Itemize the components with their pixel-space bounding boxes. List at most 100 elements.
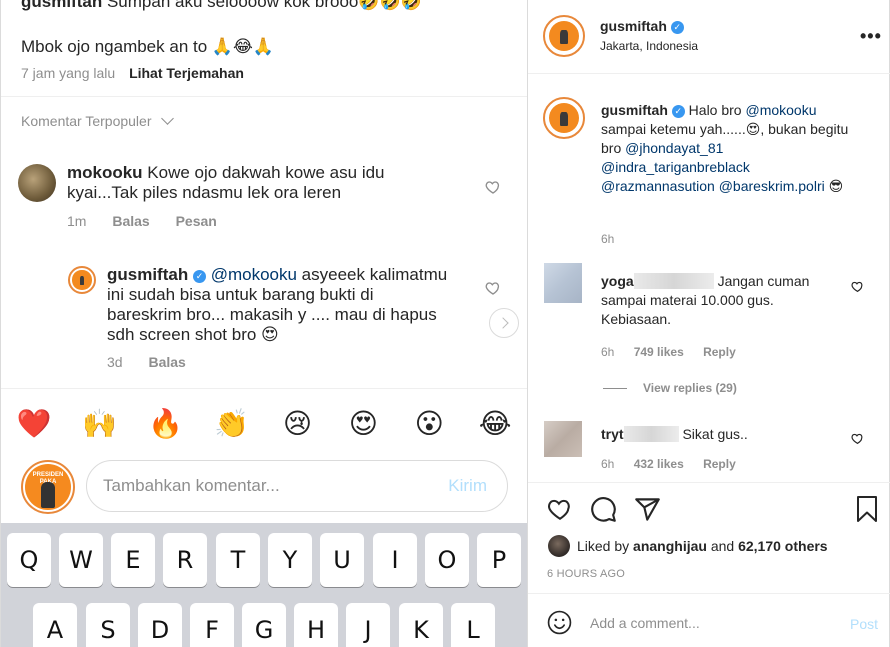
reply-button[interactable]: Reply xyxy=(703,345,736,359)
likes-count[interactable]: 62,170 others xyxy=(738,538,828,554)
heart-outline-icon[interactable] xyxy=(851,432,864,445)
comment-bubble-icon[interactable] xyxy=(590,496,617,523)
key-k[interactable]: K xyxy=(399,603,443,647)
comment-username[interactable]: mokooku xyxy=(67,163,143,182)
key-w[interactable]: W xyxy=(59,533,103,587)
emoji-laughing[interactable]: 😂 xyxy=(475,407,515,440)
key-g[interactable]: G xyxy=(242,603,286,647)
comment-time: 6h xyxy=(601,457,615,471)
avatar[interactable] xyxy=(68,266,96,294)
key-q[interactable]: Q xyxy=(7,533,51,587)
reply-button[interactable]: Balas xyxy=(112,213,149,229)
key-y[interactable]: Y xyxy=(268,533,312,587)
comment-avatar[interactable] xyxy=(544,263,582,303)
emoji-surprised[interactable]: 😮 xyxy=(409,407,449,440)
view-replies-button[interactable]: View replies (29) xyxy=(603,381,737,395)
key-f[interactable]: F xyxy=(190,603,234,647)
message-button[interactable]: Pesan xyxy=(176,213,217,229)
user-avatar[interactable]: PRESIDEN PAKA xyxy=(21,460,75,514)
liked-by: Liked by ananghijau and 62,170 others xyxy=(577,538,828,554)
previous-comment-meta: 7 jam yang lalu Lihat Terjemahan xyxy=(21,65,244,81)
comment-text-line1: Kowe ojo dakwah kowe asu idu xyxy=(147,163,385,182)
verified-badge-icon: ✓ xyxy=(192,270,206,283)
comment-meta: 6h 432 likes Reply xyxy=(601,457,752,471)
previous-comment-username: gusmiftah xyxy=(21,0,103,11)
key-j[interactable]: J xyxy=(346,603,390,647)
previous-comment-line2: Mbok ojo ngambek an to 🙏😂🙏 xyxy=(21,37,275,56)
key-h[interactable]: H xyxy=(294,603,338,647)
scroll-right-button[interactable] xyxy=(489,308,519,338)
reply-text-line4: sdh screen shot bro 😍 xyxy=(107,325,279,344)
comment-text: yoga Jangan cuman sampai materai 10.000 … xyxy=(601,272,846,329)
mention-link[interactable]: @mokooku xyxy=(211,265,297,284)
emoji-crying[interactable]: 😢 xyxy=(277,407,317,440)
emoji-smiley-icon[interactable] xyxy=(547,610,572,635)
liker-avatar[interactable] xyxy=(548,535,570,557)
divider xyxy=(1,388,527,389)
comment-meta: 1m Balas Pesan xyxy=(67,213,239,229)
emoji-heart[interactable]: ❤️ xyxy=(14,407,54,440)
emoji-clap[interactable]: 👏 xyxy=(212,407,252,440)
more-options-icon[interactable]: ••• xyxy=(860,26,882,47)
key-p[interactable]: P xyxy=(477,533,521,587)
key-t[interactable]: T xyxy=(216,533,260,587)
post-author-username[interactable]: gusmiftah xyxy=(600,18,667,34)
key-r[interactable]: R xyxy=(163,533,207,587)
key-a[interactable]: A xyxy=(33,603,77,647)
add-comment-input[interactable]: Add a comment... xyxy=(590,615,700,631)
previous-comment-text: Sumpah aku seloooow kok brooo🤣🤣🤣 xyxy=(106,0,422,11)
key-s[interactable]: S xyxy=(86,603,130,647)
comment-input[interactable]: Tambahkan komentar... Kirim xyxy=(86,460,508,512)
avatar[interactable] xyxy=(18,164,56,202)
liker-username[interactable]: ananghijau xyxy=(633,538,707,554)
emoji-quick-reactions: ❤️ 🙌 🔥 👏 😢 😍 😮 😂 xyxy=(1,398,527,448)
post-button[interactable]: Post xyxy=(850,616,878,632)
key-e[interactable]: E xyxy=(111,533,155,587)
reply-username[interactable]: gusmiftah xyxy=(107,265,188,284)
comment-likes[interactable]: 432 likes xyxy=(634,457,684,471)
like-heart-icon[interactable] xyxy=(546,496,574,522)
key-d[interactable]: D xyxy=(138,603,182,647)
comment-text: tryt Sikat gus.. xyxy=(601,425,846,444)
emoji-fire[interactable]: 🔥 xyxy=(146,407,186,440)
reply-text-line2: ini sudah bisa untuk barang bukti di xyxy=(107,285,374,304)
see-translation-link[interactable]: Lihat Terjemahan xyxy=(129,65,244,81)
caption-time: 6h xyxy=(601,232,615,246)
avatar-image: PRESIDEN PAKA xyxy=(25,464,71,510)
share-send-icon[interactable] xyxy=(634,496,661,523)
emoji-heart-eyes[interactable]: 😍 xyxy=(343,407,383,440)
bookmark-icon[interactable] xyxy=(855,495,879,523)
mention-link[interactable]: @jhondayat_81 xyxy=(625,140,723,156)
liked-by-prefix: Liked by xyxy=(577,538,634,554)
key-l[interactable]: L xyxy=(451,603,495,647)
reply-button[interactable]: Reply xyxy=(703,457,736,471)
comment-avatar[interactable] xyxy=(544,421,582,457)
mention-link[interactable]: @bareskrim.polri xyxy=(719,178,825,194)
mention-link[interactable]: @mokooku xyxy=(745,102,816,118)
comment-username[interactable]: yoga xyxy=(601,273,634,289)
key-i[interactable]: I xyxy=(373,533,417,587)
reply-button[interactable]: Balas xyxy=(148,354,185,370)
reply-time: 3d xyxy=(107,354,123,370)
post-author-avatar[interactable] xyxy=(543,15,585,57)
reply-text: gusmiftah ✓ @mokooku asyeeek kalimatmu i… xyxy=(107,265,477,345)
sort-comments-dropdown[interactable]: Komentar Terpopuler xyxy=(21,112,175,129)
reply-text-line3: bareskrim bro... makasih y .... mau di h… xyxy=(107,305,437,324)
key-o[interactable]: O xyxy=(425,533,469,587)
post-caption: gusmiftah ✓ Halo bro @mokooku sampai ket… xyxy=(601,101,863,196)
heart-outline-icon[interactable] xyxy=(485,179,501,195)
heart-outline-icon[interactable] xyxy=(485,280,501,296)
send-button[interactable]: Kirim xyxy=(448,476,487,496)
heart-outline-icon[interactable] xyxy=(851,280,864,293)
mention-link[interactable]: @razmannasution xyxy=(601,178,715,194)
verified-badge-icon: ✓ xyxy=(671,105,685,118)
post-location[interactable]: Jakarta, Indonesia xyxy=(600,39,698,53)
caption-avatar[interactable] xyxy=(543,97,585,139)
comment-username[interactable]: tryt xyxy=(601,426,624,442)
emoji-raised-hands[interactable]: 🙌 xyxy=(80,407,120,440)
mention-link[interactable]: @indra_tariganbreblack xyxy=(601,159,750,175)
comment-likes[interactable]: 749 likes xyxy=(634,345,684,359)
key-u[interactable]: U xyxy=(320,533,364,587)
comment-text: mokooku Kowe ojo dakwah kowe asu idu kya… xyxy=(67,163,457,203)
caption-username[interactable]: gusmiftah xyxy=(601,102,668,118)
